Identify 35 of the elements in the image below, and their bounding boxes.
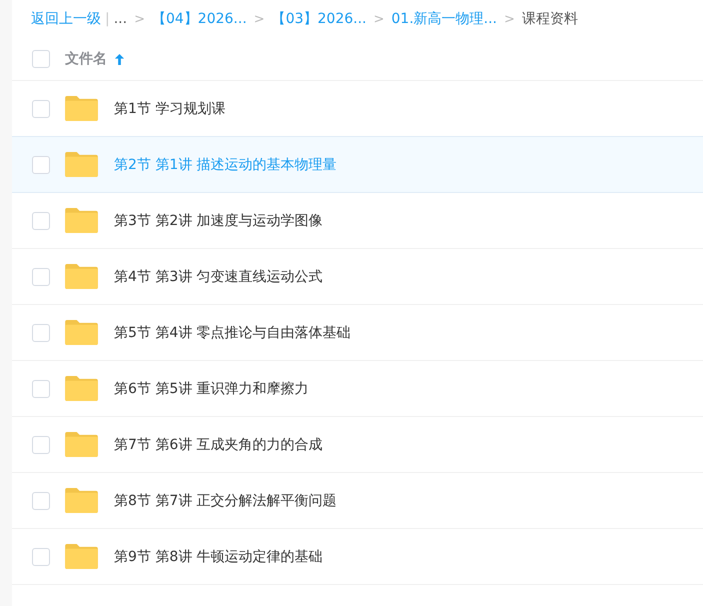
folder-name[interactable]: 第4节 第3讲 匀变速直线运动公式 — [114, 268, 323, 286]
checkbox[interactable] — [32, 492, 50, 510]
folder-icon — [65, 544, 98, 569]
folder-name[interactable]: 第9节 第8讲 牛顿运动定律的基础 — [114, 548, 323, 566]
folder-name[interactable]: 第6节 第5讲 重识弹力和摩擦力 — [114, 380, 309, 398]
folder-icon — [65, 320, 98, 345]
breadcrumb-arrow: > — [134, 12, 145, 26]
sort-ascending-icon[interactable] — [114, 52, 125, 66]
folder-name[interactable]: 第1节 学习规划课 — [114, 100, 226, 118]
checkbox[interactable] — [32, 100, 50, 118]
folder-name[interactable]: 第5节 第4讲 零点推论与自由落体基础 — [114, 324, 351, 342]
checkbox[interactable] — [32, 548, 50, 566]
folder-name[interactable]: 第8节 第7讲 正交分解法解平衡问题 — [114, 492, 337, 510]
folder-name[interactable]: 第3节 第2讲 加速度与运动学图像 — [114, 212, 323, 230]
checkbox[interactable] — [32, 380, 50, 398]
breadcrumb-item: ... — [114, 11, 128, 27]
folder-icon — [65, 208, 98, 233]
checkbox[interactable] — [32, 436, 50, 454]
breadcrumb-arrow: > — [373, 12, 384, 26]
folder-icon — [65, 96, 98, 121]
breadcrumb-arrow: > — [504, 12, 515, 26]
breadcrumb-arrow: > — [254, 12, 265, 26]
folder-name[interactable]: 第7节 第6讲 互成夹角的力的合成 — [114, 436, 323, 454]
folder-icon — [65, 488, 98, 513]
checkbox[interactable] — [32, 324, 50, 342]
folder-icon — [65, 264, 98, 289]
checkbox[interactable] — [32, 156, 50, 174]
folder-icon — [65, 152, 98, 177]
folder-icon — [65, 376, 98, 401]
checkbox[interactable] — [32, 50, 50, 68]
breadcrumb-separator: | — [105, 11, 110, 27]
checkbox[interactable] — [32, 268, 50, 286]
checkbox[interactable] — [32, 212, 50, 230]
breadcrumb-item: 课程资料 — [522, 10, 578, 28]
folder-icon — [65, 432, 98, 457]
